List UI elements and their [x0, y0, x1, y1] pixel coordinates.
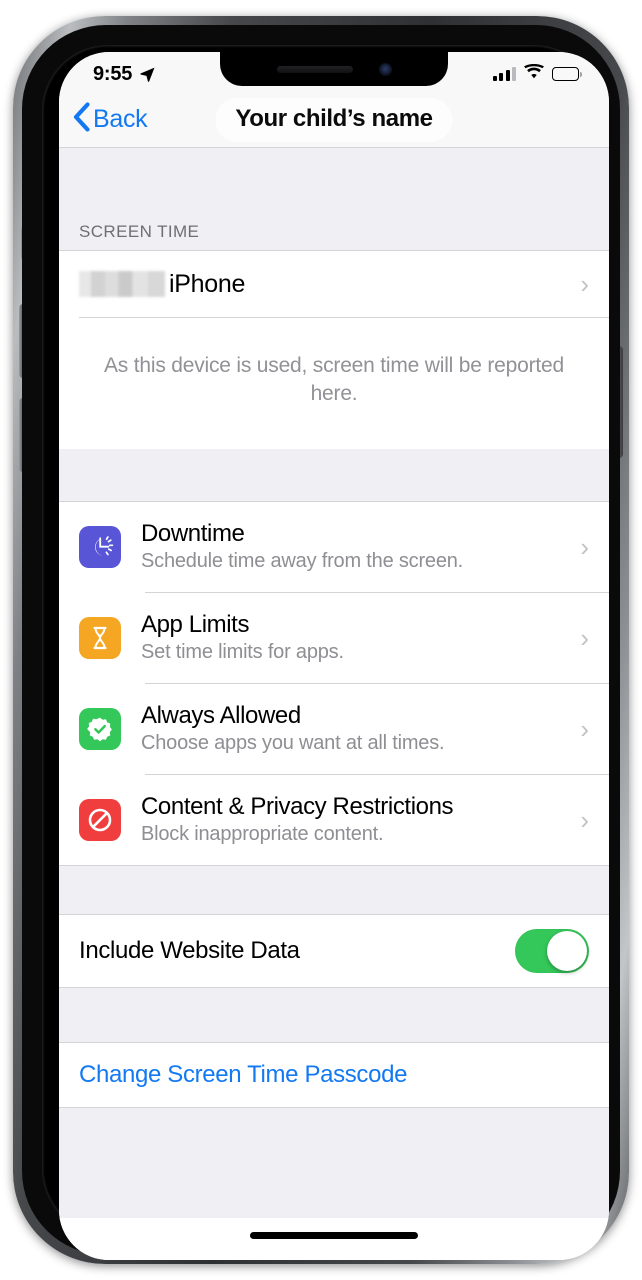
back-button[interactable]: Back	[73, 102, 148, 137]
chevron-right-icon: ›	[580, 531, 589, 562]
navigation-bar: Back Your child’s name	[59, 92, 609, 148]
device-name-wrap: iPhone	[79, 270, 580, 299]
redacted-device-name	[79, 271, 165, 297]
wifi-icon	[524, 64, 544, 84]
section-spacer	[59, 865, 609, 914]
settings-row-always-allowed[interactable]: Always Allowed Choose apps you want at a…	[59, 684, 609, 774]
include-website-data-label: Include Website Data	[79, 936, 300, 964]
row-title: Content & Privacy Restrictions	[141, 792, 454, 820]
page-title: Your child’s name	[235, 104, 433, 132]
section-spacer	[59, 987, 609, 1042]
section-spacer	[59, 448, 609, 501]
top-spacer	[59, 148, 609, 222]
settings-row-content-privacy[interactable]: Content & Privacy Restrictions Block ina…	[59, 775, 609, 865]
front-camera-icon	[378, 62, 392, 76]
home-indicator[interactable]	[250, 1232, 418, 1239]
chevron-left-icon	[73, 102, 90, 137]
settings-row-downtime[interactable]: Downtime Schedule time away from the scr…	[59, 502, 609, 592]
change-screen-time-passcode-label: Change Screen Time Passcode	[79, 1060, 408, 1088]
settings-row-text: Downtime Schedule time away from the scr…	[141, 520, 580, 574]
website-data-card: Include Website Data	[59, 913, 609, 988]
chevron-right-icon: ›	[580, 713, 589, 744]
chevron-right-icon: ›	[580, 269, 589, 299]
hourglass-icon	[79, 616, 121, 659]
row-title: App Limits	[141, 610, 250, 638]
chevron-right-icon: ›	[580, 804, 589, 835]
phone-screen: 9:55 Back Your child’s name SCREEN TIME …	[59, 52, 609, 1260]
change-screen-time-passcode-row[interactable]: Change Screen Time Passcode	[59, 1042, 609, 1107]
status-time: 9:55	[93, 62, 133, 85]
iphone-device-frame: 9:55 Back Your child’s name SCREEN TIME …	[13, 16, 629, 1264]
device-row[interactable]: iPhone ›	[59, 251, 609, 317]
downtime-moon-icon	[79, 525, 121, 568]
device-name-label: iPhone	[169, 269, 246, 298]
settings-card: Downtime Schedule time away from the scr…	[59, 500, 609, 866]
back-label: Back	[93, 105, 148, 133]
device-notch	[220, 52, 448, 86]
bottom-spacer	[59, 1107, 609, 1166]
row-subtitle: Block inappropriate content.	[141, 823, 384, 846]
location-arrow-icon	[139, 66, 156, 83]
no-entry-icon	[79, 798, 121, 841]
home-indicator-zone	[59, 1218, 609, 1260]
battery-icon	[552, 67, 582, 81]
row-subtitle: Schedule time away from the screen.	[141, 550, 464, 573]
settings-row-text: Always Allowed Choose apps you want at a…	[141, 702, 580, 756]
empty-state-message: As this device is used, screen time will…	[104, 354, 564, 406]
include-website-data-row[interactable]: Include Website Data	[59, 914, 609, 987]
toggle-knob	[547, 930, 587, 971]
cellular-signal-icon	[492, 67, 516, 81]
include-website-data-toggle[interactable]	[515, 928, 589, 973]
passcode-card: Change Screen Time Passcode	[59, 1041, 609, 1108]
row-title: Always Allowed	[141, 701, 301, 729]
row-subtitle: Choose apps you want at all times.	[141, 732, 445, 755]
settings-content: SCREEN TIME iPhone › As this device is u…	[59, 148, 609, 1260]
status-bar-right	[492, 64, 582, 84]
status-bar-left: 9:55	[93, 63, 156, 86]
chevron-right-icon: ›	[580, 622, 589, 653]
checkmark-badge-icon	[79, 707, 121, 750]
row-title: Downtime	[141, 519, 245, 547]
settings-row-text: Content & Privacy Restrictions Block ina…	[141, 793, 580, 847]
row-subtitle: Set time limits for apps.	[141, 641, 344, 664]
screen-time-section-header: SCREEN TIME	[59, 222, 609, 250]
earpiece-speaker-icon	[276, 65, 353, 73]
settings-row-app-limits[interactable]: App Limits Set time limits for apps. ›	[59, 593, 609, 683]
settings-row-text: App Limits Set time limits for apps.	[141, 611, 580, 665]
screen-time-card: iPhone › As this device is used, screen …	[59, 250, 609, 449]
page-title-pill: Your child’s name	[215, 97, 453, 142]
